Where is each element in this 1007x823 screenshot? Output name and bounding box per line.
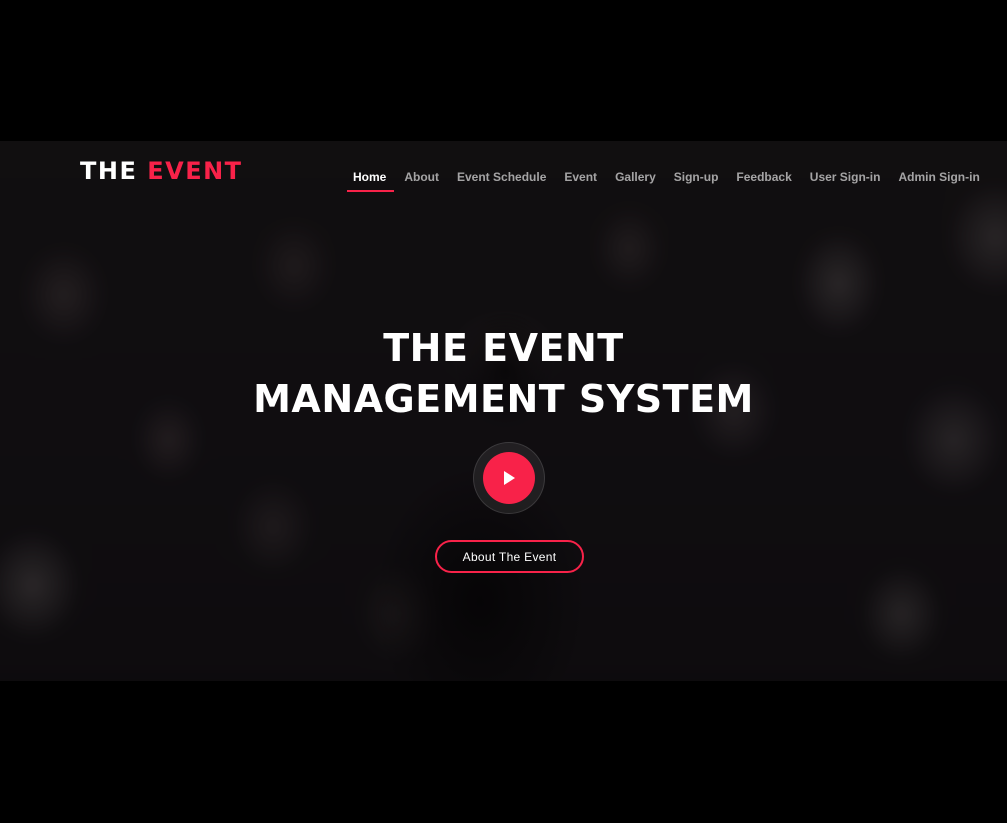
site-logo[interactable]: THE EVENT — [80, 157, 243, 185]
logo-text-the: THE — [80, 157, 148, 185]
nav-item-sign-up[interactable]: Sign-up — [665, 170, 728, 184]
nav-item-event-schedule[interactable]: Event Schedule — [448, 170, 555, 184]
logo-text-event: EVENT — [147, 157, 243, 185]
nav-item-home[interactable]: Home — [344, 170, 395, 192]
about-the-event-button[interactable]: About The Event — [435, 540, 584, 573]
nav-item-feedback[interactable]: Feedback — [727, 170, 800, 184]
play-button-circle — [483, 452, 535, 504]
play-icon — [504, 471, 515, 485]
play-video-button[interactable] — [473, 442, 545, 514]
nav-item-user-sign-in[interactable]: User Sign-in — [801, 170, 890, 184]
nav-item-about[interactable]: About — [395, 170, 448, 184]
hero-title-line-1: THE EVENT — [383, 326, 624, 370]
hero-title-line-2: MANAGEMENT SYSTEM — [253, 377, 754, 421]
nav-item-admin-sign-in[interactable]: Admin Sign-in — [889, 170, 988, 184]
nav-item-event[interactable]: Event — [555, 170, 606, 184]
main-nav: Home About Event Schedule Event Gallery … — [344, 167, 989, 192]
hero-section: THE EVENT Home About Event Schedule Even… — [0, 141, 1007, 681]
hero-title: THE EVENT MANAGEMENT SYSTEM — [0, 323, 1007, 425]
nav-item-gallery[interactable]: Gallery — [606, 170, 665, 184]
